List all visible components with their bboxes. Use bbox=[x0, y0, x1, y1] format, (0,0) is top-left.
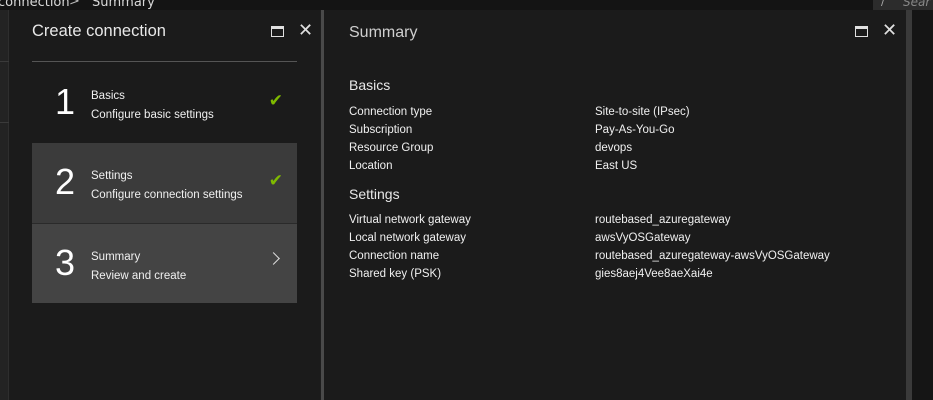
breadcrumb-separator: > bbox=[69, 0, 80, 9]
step-name: Settings bbox=[91, 170, 133, 182]
section-heading-settings: Settings bbox=[349, 186, 400, 202]
row-label: Connection name bbox=[349, 250, 440, 262]
summary-row: Shared key (PSK) gies8aej4Vee8aeXai4e bbox=[349, 268, 713, 280]
row-value: gies8aej4Vee8aeXai4e bbox=[595, 268, 713, 280]
summary-row: Connection type Site-to-site (IPsec) bbox=[349, 106, 690, 118]
divider bbox=[0, 122, 9, 123]
step-name: Summary bbox=[91, 251, 141, 263]
search-box[interactable]: ∕ Sear bbox=[873, 0, 933, 10]
row-value: routebased_azuregateway-awsVyOSGateway bbox=[595, 250, 830, 262]
breadcrumb-item-connection[interactable]: connection bbox=[0, 0, 70, 10]
row-label: Location bbox=[349, 160, 393, 172]
row-label: Virtual network gateway bbox=[349, 214, 471, 226]
scroll-gutter bbox=[912, 10, 933, 400]
summary-row: Connection name routebased_azuregateway-… bbox=[349, 250, 830, 262]
step-name: Basics bbox=[91, 90, 125, 102]
chevron-right-icon bbox=[267, 252, 280, 265]
step-description: Configure connection settings bbox=[91, 189, 243, 201]
breadcrumb: connection > Summary ∕ Sear bbox=[0, 0, 933, 10]
create-connection-blade: Create connection ✕ 1 Basics Configure b… bbox=[9, 10, 320, 400]
row-value: devops bbox=[595, 142, 633, 154]
maximize-icon[interactable] bbox=[855, 25, 868, 37]
blade-window-controls: ✕ bbox=[855, 22, 897, 40]
row-value: East US bbox=[595, 160, 638, 172]
step-number: 1 bbox=[55, 81, 76, 122]
check-icon: ✔ bbox=[268, 91, 283, 111]
divider bbox=[0, 61, 9, 62]
wizard-step-settings[interactable]: 2 Settings Configure connection settings… bbox=[32, 143, 297, 223]
step-number: 3 bbox=[55, 242, 76, 283]
row-value: Pay-As-You-Go bbox=[595, 124, 675, 136]
row-label: Local network gateway bbox=[349, 232, 466, 244]
background-blade bbox=[0, 10, 9, 400]
summary-row: Virtual network gateway routebased_azure… bbox=[349, 214, 731, 226]
row-label: Subscription bbox=[349, 124, 413, 136]
step-description: Review and create bbox=[91, 270, 187, 282]
wizard-step-summary[interactable]: 3 Summary Review and create bbox=[32, 223, 297, 303]
blade-title: Create connection bbox=[32, 22, 166, 40]
maximize-icon[interactable] bbox=[271, 25, 284, 37]
row-label: Connection type bbox=[349, 106, 433, 118]
close-icon[interactable]: ✕ bbox=[882, 22, 897, 40]
close-icon[interactable]: ✕ bbox=[298, 22, 313, 40]
search-input[interactable]: Sear bbox=[903, 0, 930, 9]
breadcrumb-item-summary[interactable]: Summary bbox=[92, 0, 155, 10]
row-value: Site-to-site (IPsec) bbox=[595, 106, 690, 118]
row-value: awsVyOSGateway bbox=[595, 232, 691, 244]
step-number: 2 bbox=[55, 161, 76, 202]
section-heading-basics: Basics bbox=[349, 77, 391, 93]
blade-window-controls: ✕ bbox=[271, 22, 313, 40]
search-icon: ∕ bbox=[881, 0, 885, 8]
summary-row: Resource Group devops bbox=[349, 142, 632, 154]
check-icon: ✔ bbox=[268, 171, 283, 191]
step-description: Configure basic settings bbox=[91, 109, 214, 121]
summary-row: Location East US bbox=[349, 160, 637, 172]
blade-title: Summary bbox=[349, 24, 418, 41]
summary-row: Subscription Pay-As-You-Go bbox=[349, 124, 674, 136]
summary-blade: Summary ✕ Basics Connection type Site-to… bbox=[324, 10, 906, 400]
wizard-step-basics[interactable]: 1 Basics Configure basic settings ✔ bbox=[32, 63, 297, 143]
row-value: routebased_azuregateway bbox=[595, 214, 731, 226]
summary-row: Local network gateway awsVyOSGateway bbox=[349, 232, 690, 244]
title-divider bbox=[32, 61, 297, 62]
row-label: Resource Group bbox=[349, 142, 434, 154]
row-label: Shared key (PSK) bbox=[349, 268, 442, 280]
